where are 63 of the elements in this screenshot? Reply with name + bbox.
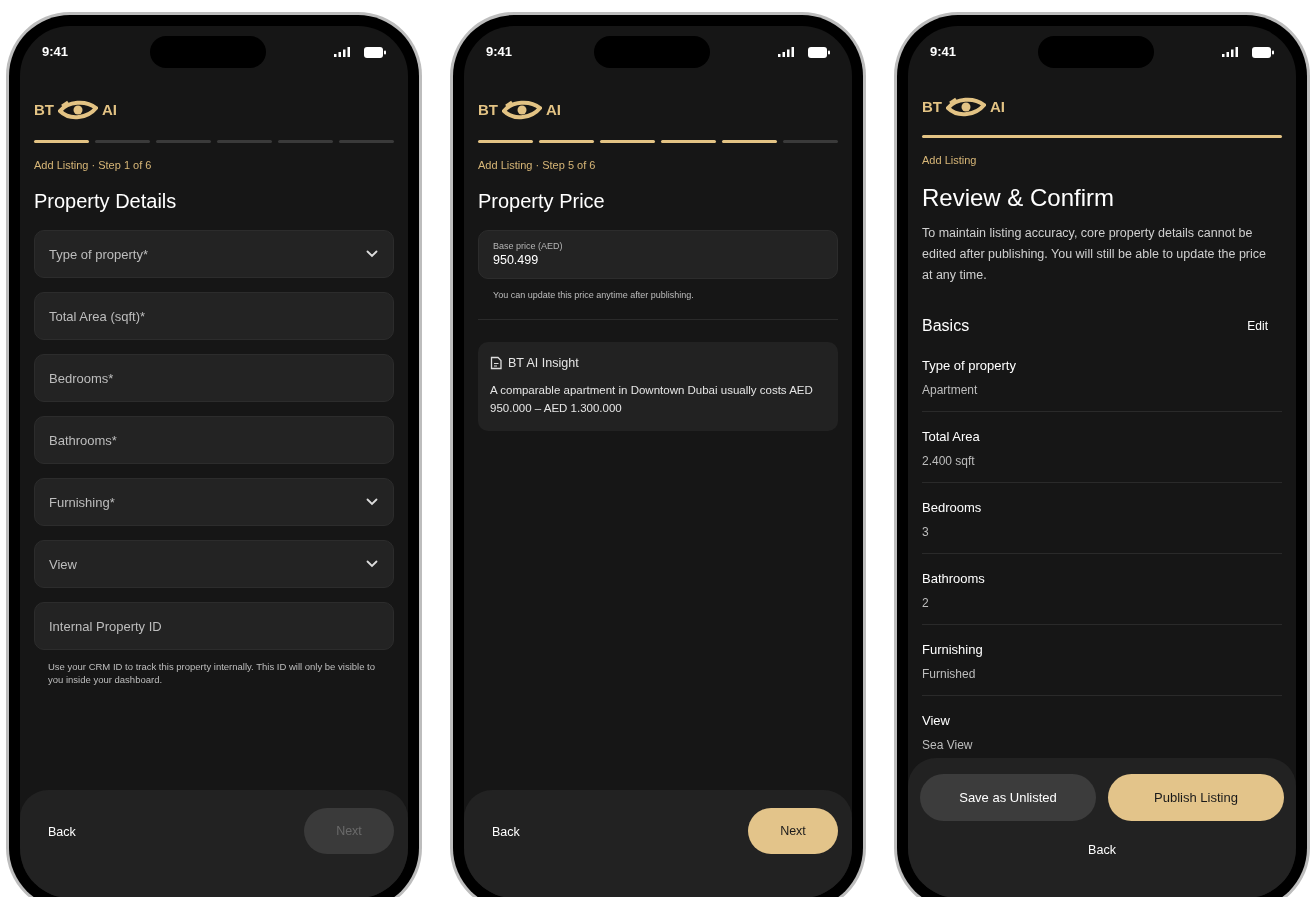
input-field[interactable]: Bathrooms*	[34, 416, 394, 464]
signal-icon	[334, 47, 350, 57]
back-button[interactable]: Back	[492, 823, 520, 842]
input-field[interactable]: Total Area (sqft)*	[34, 292, 394, 340]
detail-value: 2.400 sqft	[922, 452, 976, 470]
logo-text: AI	[546, 99, 561, 120]
dropdown-field[interactable]: View	[34, 540, 394, 588]
page-title: Property Price	[478, 189, 606, 214]
chevron-down-icon	[366, 560, 378, 568]
insight-text: A comparable apartment in Downtown Dubai usually costs AED 950.000 – AED 1.300.000	[490, 382, 814, 416]
detail-label: Bedrooms	[922, 498, 983, 517]
next-button[interactable]: Next	[748, 808, 838, 854]
edit-link[interactable]: Edit	[1247, 316, 1268, 335]
page-title: Review & Confirm	[922, 182, 1116, 213]
detail-label: Bathrooms	[922, 569, 986, 588]
chevron-down-icon	[366, 498, 378, 506]
battery-icon	[1252, 46, 1274, 58]
step-label: Add Listing · Step 5 of 6	[478, 158, 597, 173]
status-time: 9:41	[486, 43, 513, 62]
logo-text: AI	[990, 97, 1005, 117]
battery-icon	[808, 46, 830, 58]
description-text: To maintain listing accuracy, core property details cannot be edited after publishing. You will still be able to update the price at any time.	[922, 224, 1267, 284]
battery-icon	[364, 46, 386, 58]
input-field[interactable]: Internal Property ID	[34, 602, 394, 650]
section-title: Basics	[922, 315, 970, 336]
logo-text: BT	[922, 97, 942, 117]
eye-logo-icon	[946, 96, 986, 119]
detail-value: 3	[922, 523, 930, 541]
insight-title: BT AI Insight	[508, 355, 579, 372]
helper-text: You can update this price anytime after publishing.	[492, 289, 695, 301]
signal-icon	[778, 47, 794, 57]
signal-icon	[1222, 47, 1238, 57]
field-label: Base price (AED)	[493, 240, 564, 252]
helper-text: Use your CRM ID to track this property internally. This ID will only be visible to you inside your dashboard.	[47, 660, 376, 686]
status-time: 9:41	[42, 43, 69, 62]
eye-logo-icon	[58, 99, 98, 121]
logo-text: BT	[34, 99, 54, 120]
detail-label: View	[922, 711, 951, 730]
status-time: 9:41	[930, 43, 957, 62]
logo-text: BT	[478, 99, 498, 120]
back-button[interactable]: Back	[1088, 841, 1116, 860]
publish-button[interactable]: Publish Listing	[1108, 774, 1284, 821]
detail-value: Apartment	[922, 381, 979, 399]
price-field[interactable]: Base price (AED) 950.499	[478, 230, 838, 279]
dropdown-field[interactable]: Type of property*	[34, 230, 394, 278]
logo-text: AI	[102, 99, 117, 120]
dropdown-field[interactable]: Furnishing*	[34, 478, 394, 526]
detail-label: Type of property	[922, 356, 1017, 375]
chevron-down-icon	[366, 250, 378, 258]
step-label: Add Listing · Step 1 of 6	[34, 158, 153, 173]
document-icon	[490, 356, 502, 371]
page-title: Property Details	[34, 189, 178, 214]
detail-label: Furnishing	[922, 640, 984, 659]
detail-label: Total Area	[922, 427, 981, 446]
detail-value: Furnished	[922, 665, 977, 683]
eye-logo-icon	[502, 99, 542, 121]
detail-value: Sea View	[922, 736, 974, 754]
field-value: 950.499	[493, 252, 540, 269]
back-button[interactable]: Back	[48, 823, 76, 842]
save-unlisted-button[interactable]: Save as Unlisted	[920, 774, 1096, 821]
step-label: Add Listing	[922, 152, 978, 168]
input-field[interactable]: Bedrooms*	[34, 354, 394, 402]
detail-value: 2	[922, 594, 930, 612]
